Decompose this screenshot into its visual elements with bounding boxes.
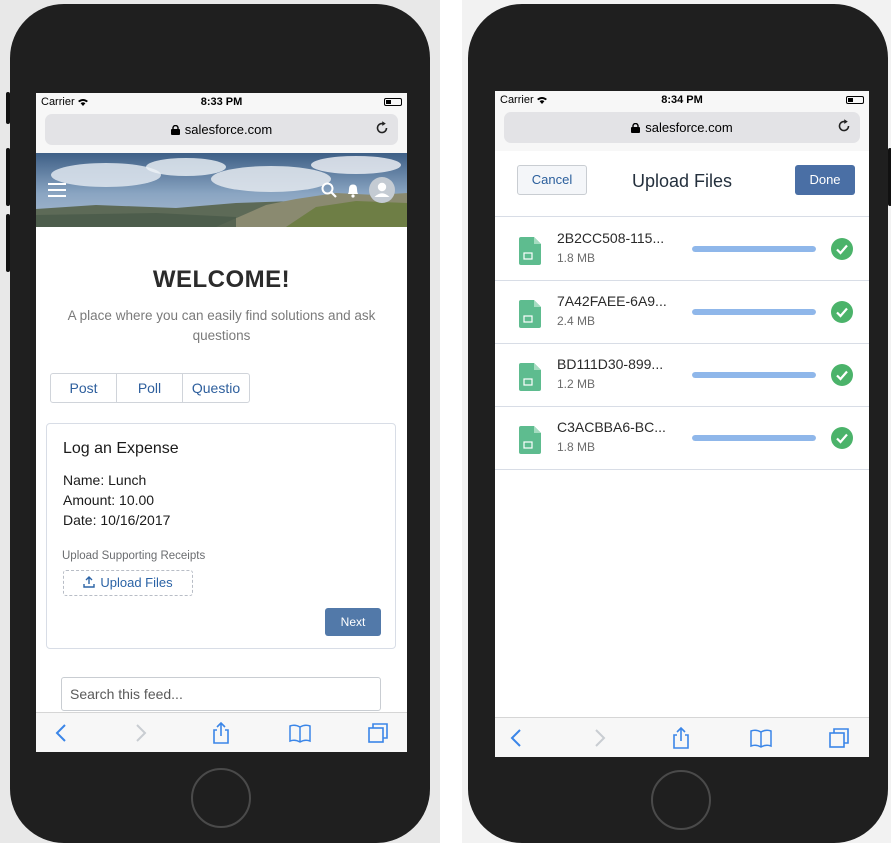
image-file-icon bbox=[519, 237, 541, 265]
done-button[interactable]: Done bbox=[795, 165, 855, 195]
home-button[interactable] bbox=[191, 768, 251, 828]
expense-amount: Amount: 10.00 bbox=[63, 492, 155, 508]
image-file-icon bbox=[519, 363, 541, 391]
file-size: 1.8 MB bbox=[557, 251, 596, 265]
file-size: 1.2 MB bbox=[557, 377, 596, 391]
file-size: 1.8 MB bbox=[557, 440, 596, 454]
success-check-icon bbox=[831, 301, 853, 323]
back-icon[interactable] bbox=[505, 726, 529, 750]
file-row: 2B2CC508-115... 1.8 MB bbox=[495, 218, 869, 281]
menu-icon[interactable] bbox=[48, 183, 66, 197]
status-bar: Carrier 8:33 PM bbox=[36, 93, 407, 111]
header-actions bbox=[321, 177, 395, 203]
share-icon[interactable] bbox=[209, 721, 233, 745]
upload-progress bbox=[692, 435, 816, 441]
left-phone: Carrier 8:33 PM salesforce.com WELCOME! … bbox=[6, 4, 430, 843]
reload-icon[interactable] bbox=[836, 118, 852, 134]
image-file-icon bbox=[519, 300, 541, 328]
file-size: 2.4 MB bbox=[557, 314, 596, 328]
success-check-icon bbox=[831, 238, 853, 260]
welcome-heading: WELCOME! bbox=[152, 266, 291, 293]
progress-fill bbox=[692, 309, 816, 315]
bookmarks-icon[interactable] bbox=[288, 721, 312, 745]
side-button bbox=[6, 214, 10, 272]
feed-search-input[interactable]: Search this feed... bbox=[61, 677, 381, 711]
upload-label: Upload Supporting Receipts bbox=[62, 550, 206, 562]
reload-icon[interactable] bbox=[374, 120, 390, 136]
tabs-icon[interactable] bbox=[827, 726, 851, 750]
left-screen: Carrier 8:33 PM salesforce.com WELCOME! … bbox=[36, 93, 407, 752]
back-icon[interactable] bbox=[50, 721, 74, 745]
upload-icon bbox=[83, 576, 96, 588]
status-time: 8:33 PM bbox=[200, 96, 243, 108]
forward-icon[interactable] bbox=[128, 721, 152, 745]
battery-icon bbox=[846, 96, 864, 104]
expense-card: Log an Expense Name: Lunch Amount: 10.00… bbox=[46, 423, 396, 649]
address-text: salesforce.com bbox=[45, 122, 398, 137]
tabs-icon[interactable] bbox=[366, 721, 390, 745]
success-check-icon bbox=[831, 427, 853, 449]
hero-banner bbox=[36, 153, 407, 227]
side-button bbox=[6, 148, 10, 206]
right-screen: Carrier 8:34 PM salesforce.com Cancel Up… bbox=[495, 91, 869, 757]
expense-name: Name: Lunch bbox=[63, 472, 147, 488]
card-title: Log an Expense bbox=[63, 440, 179, 457]
file-row: 7A42FAEE-6A9... 2.4 MB bbox=[495, 281, 869, 344]
share-icon[interactable] bbox=[669, 726, 693, 750]
welcome-tagline: A place where you can easily find soluti… bbox=[67, 308, 376, 343]
forward-icon[interactable] bbox=[587, 726, 611, 750]
expense-date: Date: 10/16/2017 bbox=[63, 512, 171, 528]
bookmarks-icon[interactable] bbox=[749, 726, 773, 750]
upload-button-label: Upload Files bbox=[100, 575, 173, 590]
upload-progress bbox=[692, 372, 816, 378]
lock-icon bbox=[170, 125, 180, 135]
battery-icon bbox=[384, 98, 402, 106]
status-time: 8:34 PM bbox=[661, 94, 703, 106]
image-file-icon bbox=[519, 426, 541, 454]
file-name: 2B2CC508-115... bbox=[557, 230, 665, 246]
browser-toolbar bbox=[36, 712, 407, 752]
tab-post[interactable]: Post bbox=[51, 374, 117, 402]
address-text: salesforce.com bbox=[504, 120, 860, 135]
bell-icon[interactable] bbox=[345, 182, 361, 198]
tab-question[interactable]: Questio bbox=[183, 374, 249, 402]
address-bar[interactable]: salesforce.com bbox=[45, 114, 398, 145]
upload-progress bbox=[692, 246, 816, 252]
tab-poll[interactable]: Poll bbox=[117, 374, 183, 402]
publisher-tabs: Post Poll Questio bbox=[50, 373, 250, 403]
browser-bar: salesforce.com bbox=[36, 111, 407, 153]
side-button bbox=[6, 92, 10, 124]
upload-progress bbox=[692, 309, 816, 315]
home-button[interactable] bbox=[651, 770, 711, 830]
file-row: BD111D30-899... 1.2 MB bbox=[495, 344, 869, 407]
file-name: BD111D30-899... bbox=[557, 356, 664, 372]
progress-fill bbox=[692, 246, 816, 252]
progress-fill bbox=[692, 372, 816, 378]
progress-fill bbox=[692, 435, 816, 441]
lock-icon bbox=[631, 123, 641, 133]
browser-toolbar bbox=[495, 717, 869, 757]
success-check-icon bbox=[831, 364, 853, 386]
avatar-icon[interactable] bbox=[369, 177, 395, 203]
file-name: C3ACBBA6-BC... bbox=[557, 419, 666, 435]
file-name: 7A42FAEE-6A9... bbox=[557, 293, 667, 309]
browser-bar: salesforce.com bbox=[495, 109, 869, 151]
next-button[interactable]: Next bbox=[325, 608, 381, 636]
search-icon[interactable] bbox=[321, 182, 337, 198]
right-phone: Carrier 8:34 PM salesforce.com Cancel Up… bbox=[468, 4, 891, 843]
address-bar[interactable]: salesforce.com bbox=[504, 112, 860, 143]
status-bar: Carrier 8:34 PM bbox=[495, 91, 869, 109]
file-row: C3ACBBA6-BC... 1.8 MB bbox=[495, 407, 869, 470]
stage: Carrier 8:33 PM salesforce.com WELCOME! … bbox=[0, 0, 891, 843]
upload-modal-header: Cancel Upload Files Done bbox=[495, 151, 869, 217]
upload-files-button[interactable]: Upload Files bbox=[63, 570, 193, 596]
